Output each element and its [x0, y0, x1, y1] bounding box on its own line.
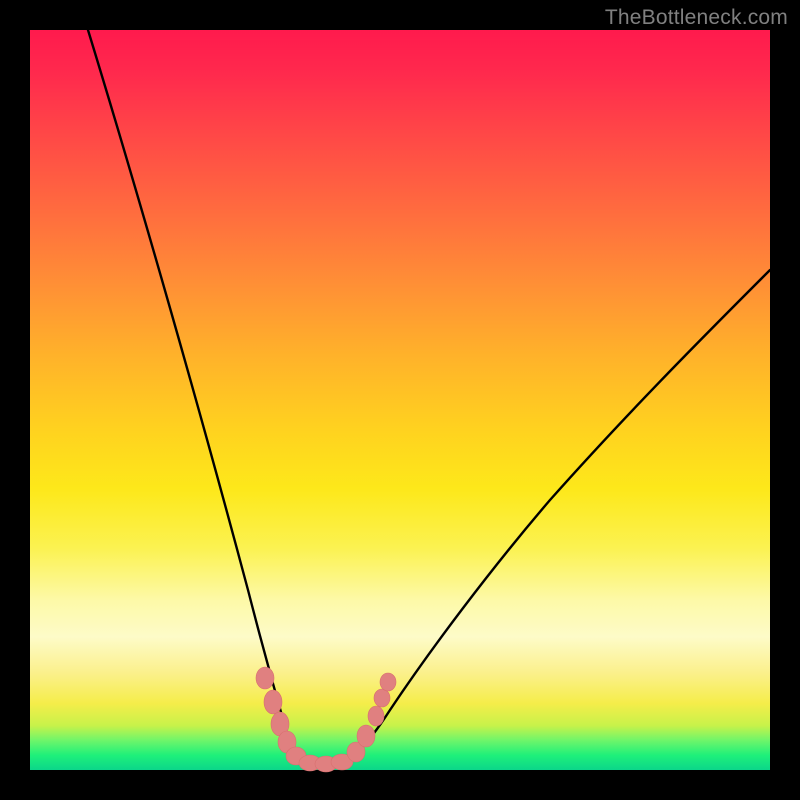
curve-left-branch	[88, 30, 300, 760]
curve-right-branch	[346, 270, 770, 762]
chart-frame: TheBottleneck.com	[0, 0, 800, 800]
valley-marker-cluster	[256, 667, 396, 772]
watermark-label: TheBottleneck.com	[605, 6, 788, 30]
bottleneck-curve	[30, 30, 770, 770]
